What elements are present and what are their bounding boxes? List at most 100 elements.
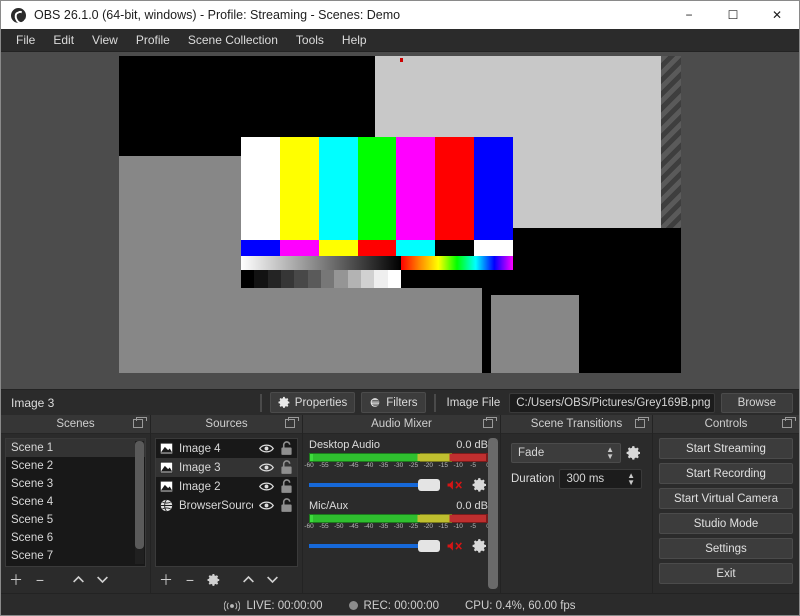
preview-area[interactable] [1,52,799,389]
scenes-dock: Scenes Scene 1 Scene 2 Scene 3 Scene 4 S… [1,415,151,593]
menu-profile[interactable]: Profile [127,31,179,49]
audio-mixer-title: Audio Mixer [371,418,432,430]
preview-canvas[interactable] [119,56,681,373]
settings-button[interactable]: Settings [659,538,793,559]
transition-properties-gear-icon[interactable] [626,445,642,461]
source-item-label: Image 2 [179,480,221,493]
canvas-edge-stripes [661,56,681,228]
gear-icon[interactable] [472,477,488,493]
menu-edit[interactable]: Edit [44,31,83,49]
scenes-list[interactable]: Scene 1 Scene 2 Scene 3 Scene 4 Scene 5 … [5,438,146,567]
color-bar [474,240,514,256]
add-scene-button[interactable]: ＋ [5,571,27,589]
hue-gradient [400,256,513,270]
properties-button[interactable]: Properties [269,392,356,413]
audio-mixer-scrollbar[interactable] [488,438,498,589]
move-source-down-button[interactable] [261,571,283,589]
audio-mixer-scrollbar-thumb[interactable] [488,438,498,589]
undock-icon[interactable] [635,417,649,428]
move-scene-down-button[interactable] [91,571,113,589]
greyscale-step [320,270,335,288]
start-streaming-button[interactable]: Start Streaming [659,438,793,459]
meter-tick-label: -15 [438,523,448,530]
filters-button[interactable]: Filters [361,392,426,413]
source-list-item[interactable]: Image 4 [156,439,297,458]
unlock-icon[interactable] [280,498,293,513]
volume-slider-knob[interactable] [418,479,440,491]
image-file-input[interactable]: C:/Users/OBS/Pictures/Grey169B.png [509,392,715,413]
eye-icon[interactable] [259,444,274,453]
duration-input[interactable]: 300 ms ▲ ▼ [559,469,642,489]
speaker-muted-icon[interactable] [446,539,466,553]
meter-tick-label: -15 [438,462,448,469]
eye-icon[interactable] [259,482,274,491]
cpu-label: CPU: 0.4%, 60.00 fps [464,599,576,612]
minimize-button[interactable]: − [667,1,711,29]
exit-button[interactable]: Exit [659,563,793,584]
undock-icon[interactable] [782,417,796,428]
add-source-button[interactable]: ＋ [155,571,177,589]
eye-icon[interactable] [259,463,274,472]
gear-icon[interactable] [472,538,488,554]
remove-source-button[interactable]: − [179,571,201,589]
scenes-scrollbar[interactable] [135,441,144,564]
greyscale-steps [241,270,401,288]
move-scene-up-button[interactable] [67,571,89,589]
menu-tools[interactable]: Tools [287,31,333,49]
duration-stepper[interactable]: ▲ ▼ [627,472,635,487]
source-list-item[interactable]: Image 3 [156,458,297,477]
source-properties-button[interactable] [203,571,225,589]
scene-list-item[interactable]: Scene 1 [6,439,145,457]
menu-bar: File Edit View Profile Scene Collection … [1,29,799,52]
menu-file[interactable]: File [7,31,44,49]
undock-icon[interactable] [285,417,299,428]
start-recording-button[interactable]: Start Recording [659,463,793,484]
scene-transitions-dock: Scene Transitions Fade ▲ ▼ Duration 300 … [501,415,653,593]
unlock-icon[interactable] [280,460,293,475]
source-item-label: Image 4 [179,442,221,455]
greyscale-step [387,270,401,288]
scenes-scrollbar-thumb[interactable] [135,441,144,549]
unlock-icon[interactable] [280,441,293,456]
eye-icon[interactable] [259,501,274,510]
scene-list-item[interactable]: Scene 4 [6,493,145,511]
move-source-up-button[interactable] [237,571,259,589]
volume-slider[interactable] [309,478,440,492]
volume-slider[interactable] [309,539,440,553]
menu-scene-collection[interactable]: Scene Collection [179,31,287,49]
menu-view[interactable]: View [83,31,127,49]
sources-list[interactable]: Image 4 Image 3 Image 2 BrowserSource [155,438,298,567]
close-button[interactable]: ✕ [755,1,799,29]
transition-duration-row: Duration 300 ms ▲ ▼ [509,466,644,492]
title-bar: OBS 26.1.0 (64-bit, windows) - Profile: … [1,1,799,29]
scene-transitions-dock-header: Scene Transitions [501,415,652,434]
meter-tick-label: -5 [470,462,476,469]
speaker-muted-icon[interactable] [446,478,466,492]
source-list-item[interactable]: BrowserSource [156,496,297,515]
menu-help[interactable]: Help [333,31,376,49]
controls-dock: Controls Start Streaming Start Recording… [653,415,799,593]
undock-icon[interactable] [133,417,147,428]
scene-list-item[interactable]: Scene 6 [6,529,145,547]
maximize-button[interactable]: ☐ [711,1,755,29]
image-file-label: Image File [446,396,501,409]
volume-slider-knob[interactable] [418,540,440,552]
studio-mode-button[interactable]: Studio Mode [659,513,793,534]
browse-button[interactable]: Browse [720,392,794,413]
unlock-icon[interactable] [280,479,293,494]
volume-meter [309,453,488,462]
meter-tick-label: -60 [304,523,314,530]
scene-list-item[interactable]: Scene 7 [6,547,145,565]
scene-list-item[interactable]: Scene 8 [6,565,145,566]
sources-dock: Sources Image 4 Image 3 Image 2 BrowserS… [151,415,303,593]
scene-list-item[interactable]: Scene 3 [6,475,145,493]
volume-meter [309,514,488,523]
scene-list-item[interactable]: Scene 2 [6,457,145,475]
remove-scene-button[interactable]: − [29,571,51,589]
chevron-down-icon [266,576,278,584]
start-virtual-camera-button[interactable]: Start Virtual Camera [659,488,793,509]
transition-select[interactable]: Fade ▲ ▼ [511,443,621,463]
undock-icon[interactable] [483,417,497,428]
scene-list-item[interactable]: Scene 5 [6,511,145,529]
source-list-item[interactable]: Image 2 [156,477,297,496]
